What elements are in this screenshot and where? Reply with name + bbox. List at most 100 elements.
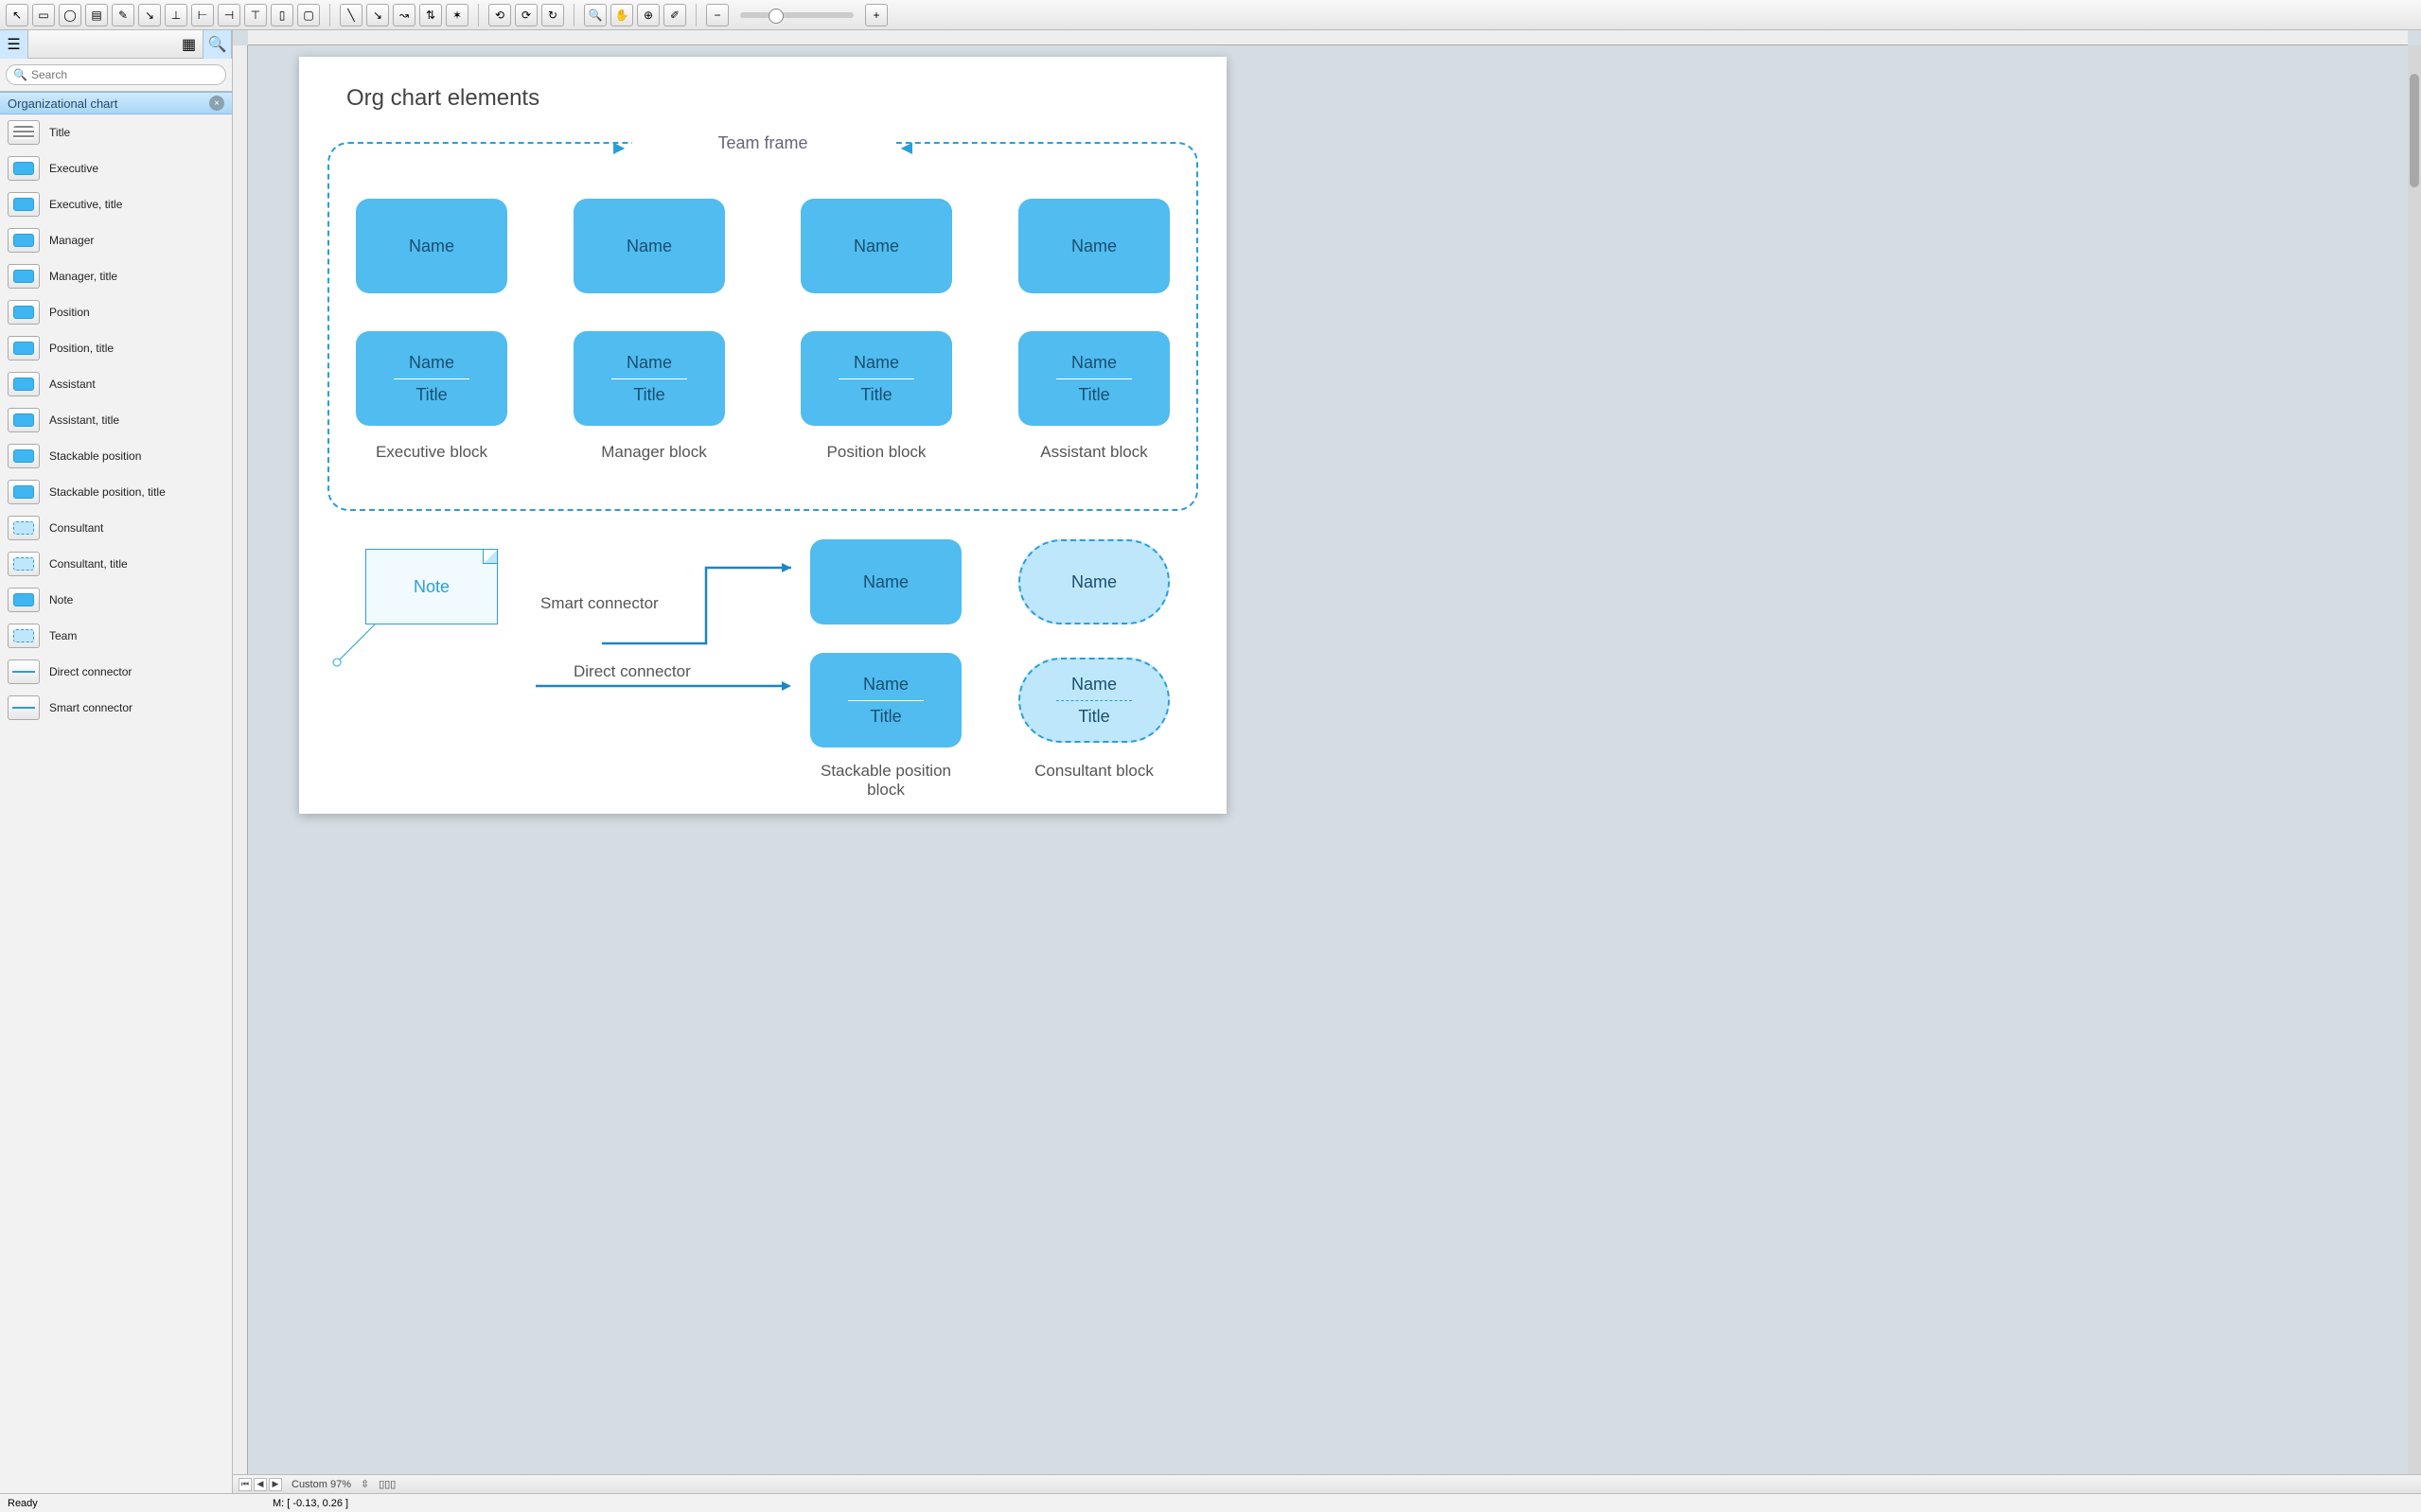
connector-tool-icon[interactable]: ↘ [138,4,161,26]
library-item-label: Team [49,629,77,642]
line4-tool-icon[interactable]: ⇅ [419,4,442,26]
library-item[interactable]: Manager [0,222,232,258]
tree3-tool-icon[interactable]: ⊣ [218,4,240,26]
library-item-label: Assistant, title [49,413,119,427]
library-item-label: Direct connector [49,665,132,678]
ellipse-tool-icon[interactable]: ◯ [59,4,81,26]
position-name-block[interactable]: Name [801,199,952,293]
line2-tool-icon[interactable]: ↘ [366,4,389,26]
view-mode-icon[interactable]: ▯▯▯ [379,1478,396,1490]
library-item-label: Stackable position [49,449,141,463]
zoom-in-icon[interactable]: + [865,4,888,26]
search-tab-icon[interactable]: 🔍 [203,30,232,59]
library-item[interactable]: Position, title [0,330,232,366]
library-item-label: Stackable position, title [49,485,166,499]
panel-title: Organizational chart [8,97,117,111]
stackable-name-block[interactable]: Name [810,539,962,624]
executive-title-block[interactable]: NameTitle [356,331,507,426]
caption-executive: Executive block [346,443,517,462]
tree1-tool-icon[interactable]: ⊥ [165,4,187,26]
stackable-title-block[interactable]: NameTitle [810,653,962,747]
line3-tool-icon[interactable]: ↝ [393,4,415,26]
vertical-scrollbar[interactable] [2408,45,2421,1480]
rect-tool-icon[interactable]: ▭ [32,4,55,26]
tree4-tool-icon[interactable]: ⊤ [244,4,267,26]
library-item-label: Title [49,126,70,139]
caption-consultant: Consultant block [1009,762,1179,781]
cursor-tool-icon[interactable]: ↖ [6,4,28,26]
library-item[interactable]: Smart connector [0,690,232,726]
library-item[interactable]: Manager, title [0,258,232,294]
tree5-tool-icon[interactable]: ▯ [271,4,293,26]
direct-connector-label: Direct connector [574,662,691,681]
tree2-tool-icon[interactable]: ⊢ [191,4,214,26]
library-item[interactable]: Executive, title [0,186,232,222]
library-item[interactable]: Title [0,114,232,150]
note-shape[interactable]: Note [365,549,498,624]
tree-tab-icon[interactable]: ☰ [0,30,28,59]
library-item[interactable]: Direct connector [0,654,232,690]
library-item-label: Position, title [49,342,114,355]
zoom-level[interactable]: Custom 97% [292,1479,351,1490]
refresh1-icon[interactable]: ⟲ [488,4,511,26]
zoom-tool-icon[interactable]: 🔍 [584,4,607,26]
document-bar: ⏮ ◀ ▶ Custom 97% ⇳ ▯▯▯ [233,1474,2421,1493]
caption-stackable: Stackable position block [801,762,971,800]
caption-assistant: Assistant block [1009,443,1179,462]
zoom-slider[interactable] [740,12,854,18]
pen-tool-icon[interactable]: ✎ [112,4,134,26]
library-item[interactable]: Stackable position [0,438,232,474]
sidebar-tabs: ☰ ▦ 🔍 [0,30,232,59]
zoom-out-icon[interactable]: − [706,4,729,26]
library-item-label: Assistant [49,378,96,391]
consultant-name-block[interactable]: Name [1018,539,1170,624]
library-item[interactable]: Assistant [0,366,232,402]
executive-name-block[interactable]: Name [356,199,507,293]
library-item-label: Note [49,593,73,607]
library-item[interactable]: Assistant, title [0,402,232,438]
position-title-block[interactable]: NameTitle [801,331,952,426]
library-item[interactable]: Position [0,294,232,330]
page-prev-icon[interactable]: ◀ [254,1478,267,1491]
page-title: Org chart elements [346,85,539,112]
library-item-label: Consultant [49,521,103,535]
assistant-name-block[interactable]: Name [1018,199,1170,293]
manager-title-block[interactable]: NameTitle [574,331,725,426]
hand-tool-icon[interactable]: ✋ [610,4,633,26]
library-item[interactable]: Note [0,582,232,618]
eyedrop-tool-icon[interactable]: ✐ [663,4,686,26]
library-item[interactable]: Executive [0,150,232,186]
manager-name-block[interactable]: Name [574,199,725,293]
status-bar: Ready M: [ -0.13, 0.26 ] [0,1493,2421,1512]
refresh2-icon[interactable]: ⟳ [515,4,538,26]
page-nav[interactable]: ⏮ ◀ ▶ [239,1478,282,1491]
table-tool-icon[interactable]: ▤ [85,4,108,26]
ruler-horizontal [248,30,2408,45]
status-ready: Ready [8,1498,235,1509]
library-item[interactable]: Consultant [0,510,232,546]
top-toolbar: ↖ ▭ ◯ ▤ ✎ ↘ ⊥ ⊢ ⊣ ⊤ ▯ ▢ ╲ ↘ ↝ ⇅ ✶ ⟲ ⟳ ↻ … [0,0,2421,30]
library-item[interactable]: Team [0,618,232,654]
library-item-label: Executive, title [49,198,122,211]
doc-tool-icon[interactable]: ▢ [297,4,320,26]
page-canvas[interactable]: Org chart elements Team frame ▶ ◀ Name N… [299,57,1227,814]
canvas-area[interactable]: Org chart elements Team frame ▶ ◀ Name N… [233,30,2421,1493]
consultant-title-block[interactable]: NameTitle [1018,658,1170,743]
grid-tab-icon[interactable]: ▦ [175,30,203,59]
zoom-stepper-icon[interactable]: ⇳ [361,1478,369,1490]
refresh3-icon[interactable]: ↻ [541,4,564,26]
line5-tool-icon[interactable]: ✶ [446,4,468,26]
stamp-tool-icon[interactable]: ⊕ [637,4,660,26]
library-item[interactable]: Stackable position, title [0,474,232,510]
note-tail [327,615,384,672]
search-input[interactable] [6,64,226,85]
assistant-title-block[interactable]: NameTitle [1018,331,1170,426]
close-icon[interactable]: × [209,96,224,111]
panel-header[interactable]: Organizational chart × [0,92,232,114]
library-item[interactable]: Consultant, title [0,546,232,582]
page-next-icon[interactable]: ▶ [269,1478,282,1491]
page-first-icon[interactable]: ⏮ [239,1478,252,1491]
library-item-label: Executive [49,162,98,175]
library-item-label: Manager, title [49,270,117,283]
line1-tool-icon[interactable]: ╲ [340,4,362,26]
